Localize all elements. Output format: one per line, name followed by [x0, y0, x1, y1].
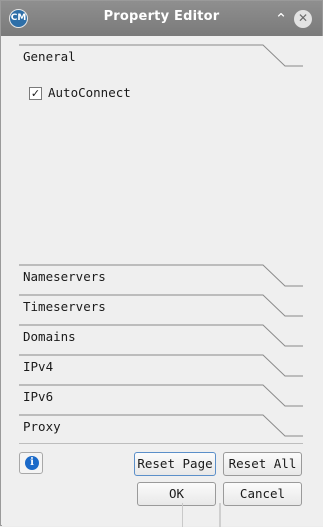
editor-content: General ✓ AutoConnect Nameservers Timese… [2, 36, 323, 526]
section-ipv6-label: IPv6 [23, 389, 54, 404]
section-tab-outline [19, 354, 303, 377]
section-nameservers[interactable]: Nameservers [19, 264, 307, 294]
reset-all-button[interactable]: Reset All [223, 452, 302, 476]
section-domains-label: Domains [23, 329, 76, 344]
property-editor-window: CM Property Editor ⌃ ✕ General ✓ AutoCon… [0, 0, 323, 527]
button-divider [19, 443, 303, 444]
section-tab-outline [19, 414, 303, 437]
section-timeservers-label: Timeservers [23, 299, 106, 314]
section-nameservers-label: Nameservers [23, 269, 106, 284]
section-general[interactable]: General [19, 44, 307, 74]
section-domains[interactable]: Domains [19, 324, 307, 354]
title-bar[interactable]: CM Property Editor ⌃ ✕ [1, 1, 322, 36]
background-window-edge [219, 503, 221, 527]
cancel-button[interactable]: Cancel [223, 482, 302, 506]
section-ipv4-label: IPv4 [23, 359, 54, 374]
info-icon: i [25, 456, 39, 470]
section-ipv6[interactable]: IPv6 [19, 384, 307, 414]
minimize-icon[interactable]: ⌃ [272, 10, 290, 28]
section-ipv4[interactable]: IPv4 [19, 354, 307, 384]
section-proxy-label: Proxy [23, 419, 61, 434]
info-button[interactable]: i [19, 452, 43, 474]
autoconnect-label: AutoConnect [48, 85, 131, 100]
background-window-edge [182, 503, 183, 527]
ok-button[interactable]: OK [137, 482, 216, 506]
section-tab-outline [19, 384, 303, 407]
section-timeservers[interactable]: Timeservers [19, 294, 307, 324]
section-general-label: General [23, 49, 76, 64]
section-proxy[interactable]: Proxy [19, 414, 307, 444]
close-icon[interactable]: ✕ [294, 10, 312, 28]
reset-page-button[interactable]: Reset Page [134, 452, 216, 476]
autoconnect-checkbox[interactable]: ✓ [29, 87, 42, 100]
